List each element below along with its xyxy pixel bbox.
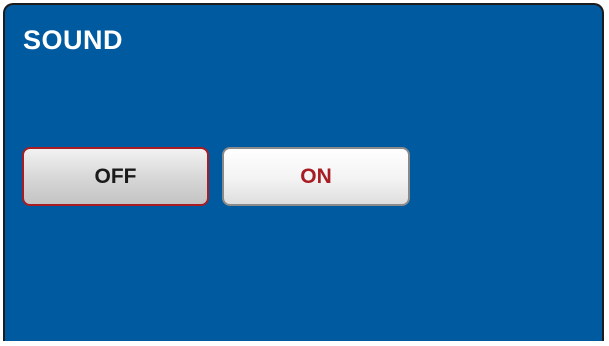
sound-off-button[interactable]: OFF — [22, 147, 209, 206]
sound-on-button[interactable]: ON — [222, 147, 410, 206]
panel-title: SOUND — [23, 25, 124, 55]
sound-off-label: OFF — [94, 164, 137, 188]
sound-toggle-group: OFF ON — [22, 147, 412, 210]
sound-on-label: ON — [300, 164, 332, 188]
sound-panel: SOUND OFF ON — [3, 3, 604, 341]
